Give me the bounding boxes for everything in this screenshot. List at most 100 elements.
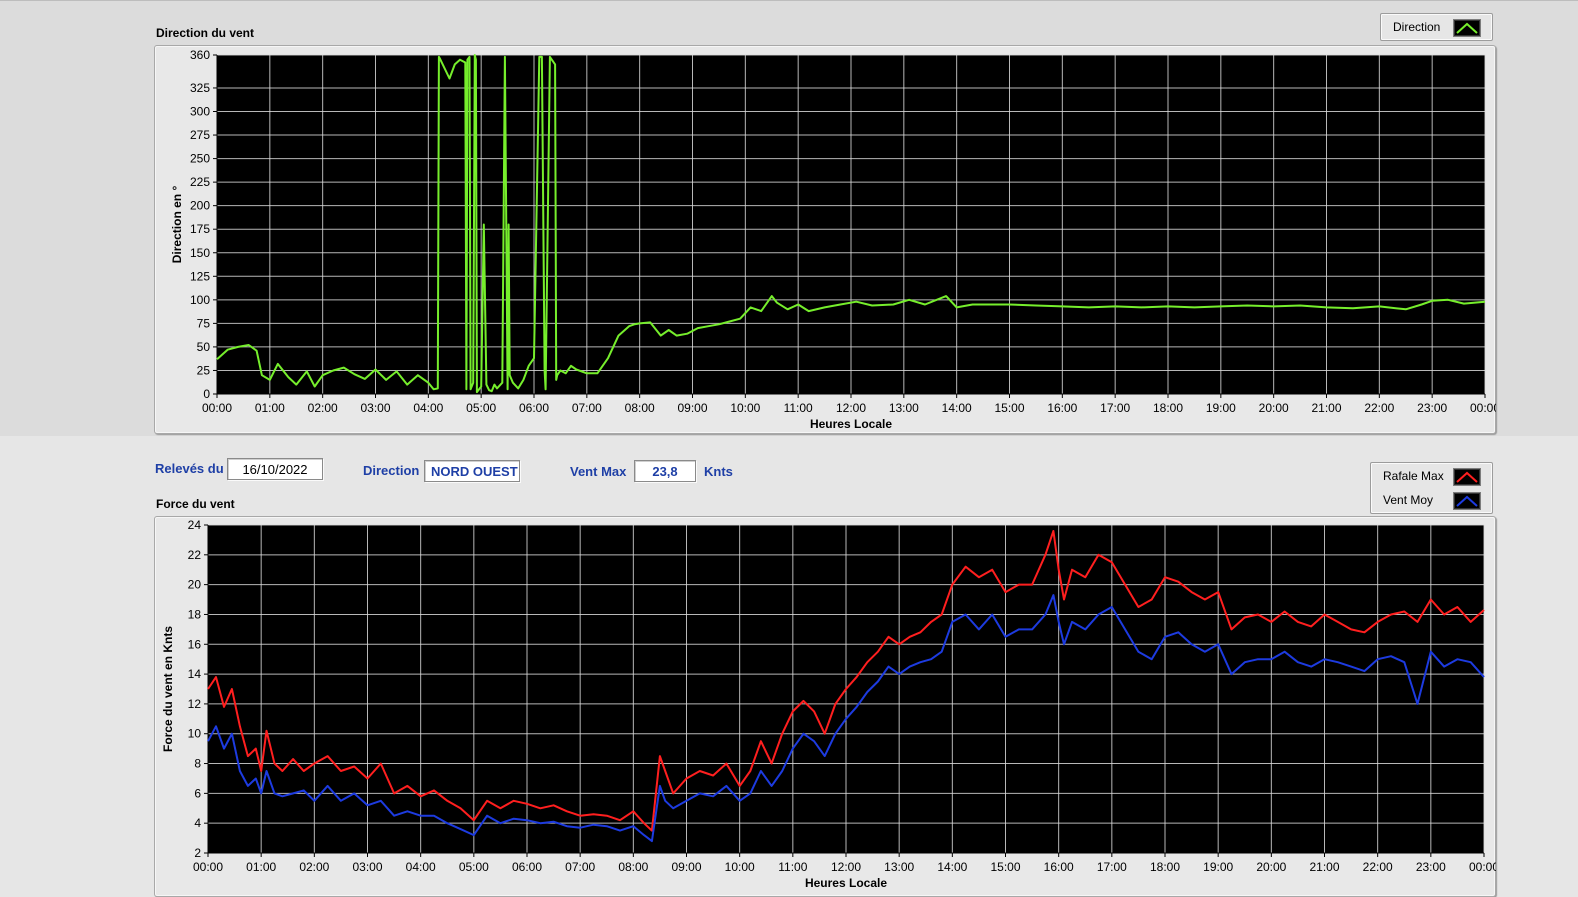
x-tick-label: 10:00 xyxy=(730,401,760,415)
x-tick-label: 08:00 xyxy=(618,860,648,874)
y-tick-label: 6 xyxy=(194,786,201,800)
x-tick-label: 03:00 xyxy=(352,860,382,874)
y-tick-label: 75 xyxy=(197,316,211,330)
line-swatch-icon xyxy=(1453,468,1481,486)
x-tick-label: 16:00 xyxy=(1044,860,1074,874)
force-chart: 2468101214161820222400:00 01:00 02:00 03:00… xyxy=(161,518,1496,890)
x-tick-label: 02:00 xyxy=(308,401,338,415)
x-tick-label: 16:00 xyxy=(1047,401,1077,415)
direction-label: Direction xyxy=(363,463,420,478)
legend-label-ventmoy: Vent Moy xyxy=(1383,493,1434,507)
legend-item-rafale[interactable]: Rafale Max xyxy=(1371,464,1492,488)
date-label: Relevés du xyxy=(155,461,224,476)
x-tick-label: 10:00 xyxy=(725,860,755,874)
y-tick-label: 14 xyxy=(188,667,202,681)
direction-legend[interactable]: Direction xyxy=(1380,13,1493,41)
y-tick-label: 18 xyxy=(188,607,202,621)
y-axis-title: Direction en ° xyxy=(170,186,184,264)
y-tick-label: 50 xyxy=(197,340,211,354)
x-tick-label: 13:00 xyxy=(884,860,914,874)
x-tick-label: 06:00 xyxy=(512,860,542,874)
y-tick-label: 16 xyxy=(188,637,202,651)
x-tick-label: 12:00 xyxy=(831,860,861,874)
x-tick-label: 05:00 xyxy=(459,860,489,874)
x-tick-label: 03:00 xyxy=(360,401,390,415)
y-tick-label: 8 xyxy=(194,757,201,771)
x-tick-label: 17:00 xyxy=(1100,401,1130,415)
x-tick-label: 01:00 xyxy=(246,860,276,874)
x-tick-label: 11:00 xyxy=(778,860,807,874)
line-swatch-icon xyxy=(1453,19,1481,37)
x-tick-label: 20:00 xyxy=(1256,860,1286,874)
y-tick-label: 150 xyxy=(190,246,210,260)
force-chart-title: Force du vent xyxy=(156,497,235,511)
x-tick-label: 02:00 xyxy=(299,860,329,874)
x-axis-title: Heures Locale xyxy=(810,417,892,431)
x-tick-label: 15:00 xyxy=(990,860,1020,874)
x-tick-label: 00:00 xyxy=(1470,401,1496,415)
y-tick-label: 225 xyxy=(190,175,210,189)
y-tick-label: 25 xyxy=(197,363,211,377)
direction-chart: 0 25 50 75 100 125 150 175 200 225 250 275 300 325 360… xyxy=(170,48,1496,431)
y-tick-label: 250 xyxy=(190,152,210,166)
x-tick-label: 04:00 xyxy=(406,860,436,874)
legend-label-rafale: Rafale Max xyxy=(1383,469,1444,483)
x-tick-label: 07:00 xyxy=(572,401,602,415)
y-tick-label: 100 xyxy=(190,293,210,307)
y-tick-label: 0 xyxy=(203,387,210,401)
x-tick-label: 00:00 xyxy=(193,860,223,874)
x-tick-label: 14:00 xyxy=(937,860,967,874)
y-tick-label: 325 xyxy=(190,81,210,95)
x-tick-label: 23:00 xyxy=(1417,401,1447,415)
x-tick-label: 07:00 xyxy=(565,860,595,874)
y-tick-label: 22 xyxy=(188,548,202,562)
legend-item-ventmoy[interactable]: Vent Moy xyxy=(1371,488,1492,512)
ventmax-label: Vent Max xyxy=(570,464,627,479)
x-tick-label: 08:00 xyxy=(625,401,655,415)
y-tick-label: 200 xyxy=(190,199,210,213)
x-tick-label: 14:00 xyxy=(942,401,972,415)
x-tick-label: 23:00 xyxy=(1416,860,1446,874)
y-tick-label: 12 xyxy=(188,697,202,711)
x-tick-label: 00:00 xyxy=(202,401,232,415)
y-tick-label: 175 xyxy=(190,222,210,236)
x-axis-title: Heures Locale xyxy=(805,876,887,890)
x-tick-label: 22:00 xyxy=(1364,401,1394,415)
ventmax-field[interactable]: 23,8 xyxy=(634,460,696,482)
x-tick-label: 09:00 xyxy=(671,860,701,874)
ventmax-unit: Knts xyxy=(704,464,733,479)
x-tick-label: 12:00 xyxy=(836,401,866,415)
y-tick-label: 300 xyxy=(190,105,210,119)
x-tick-label: 06:00 xyxy=(519,401,549,415)
x-tick-label: 20:00 xyxy=(1259,401,1289,415)
x-tick-label: 00:00 xyxy=(1469,860,1496,874)
y-tick-label: 24 xyxy=(188,518,202,532)
x-tick-label: 21:00 xyxy=(1311,401,1341,415)
y-tick-label: 360 xyxy=(190,48,210,62)
y-tick-label: 4 xyxy=(194,816,201,830)
x-tick-label: 01:00 xyxy=(255,401,285,415)
x-tick-label: 11:00 xyxy=(784,401,813,415)
y-tick-label: 275 xyxy=(190,128,210,142)
x-tick-label: 15:00 xyxy=(994,401,1024,415)
line-swatch-icon xyxy=(1453,492,1481,510)
y-tick-label: 10 xyxy=(188,727,202,741)
x-tick-label: 18:00 xyxy=(1150,860,1180,874)
direction-chart-title: Direction du vent xyxy=(156,26,255,40)
force-legend[interactable]: Rafale Max Vent Moy xyxy=(1370,462,1493,514)
x-tick-label: 09:00 xyxy=(677,401,707,415)
x-tick-label: 13:00 xyxy=(889,401,919,415)
direction-field[interactable]: NORD OUEST xyxy=(424,460,520,482)
legend-label-direction: Direction xyxy=(1393,20,1441,34)
x-tick-label: 05:00 xyxy=(466,401,496,415)
x-tick-label: 21:00 xyxy=(1309,860,1339,874)
legend-item-direction[interactable]: Direction xyxy=(1381,15,1492,39)
x-tick-label: 18:00 xyxy=(1153,401,1183,415)
y-axis-title: Force du vent en Knts xyxy=(161,626,175,752)
y-tick-label: 20 xyxy=(188,578,202,592)
x-tick-label: 19:00 xyxy=(1206,401,1236,415)
date-field[interactable]: 16/10/2022 xyxy=(227,458,323,480)
y-tick-label: 2 xyxy=(194,846,201,860)
x-tick-label: 22:00 xyxy=(1363,860,1393,874)
x-tick-label: 17:00 xyxy=(1097,860,1127,874)
